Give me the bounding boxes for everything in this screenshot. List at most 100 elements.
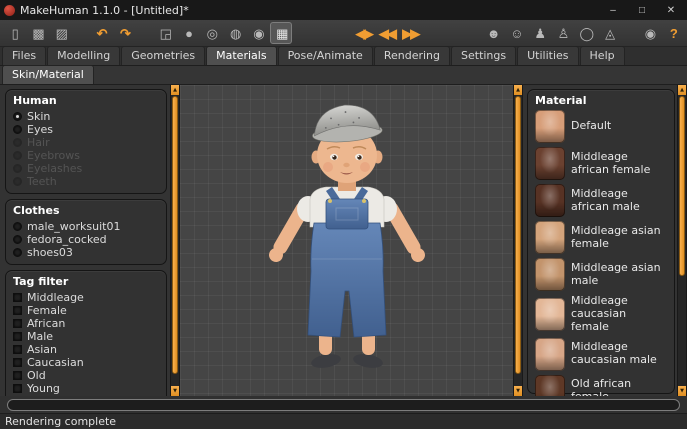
wireframe-sphere-icon[interactable]: ◎	[200, 22, 222, 44]
radio-label: Skin	[27, 110, 51, 123]
scroll-up-icon[interactable]: ▲	[171, 85, 179, 95]
grab-screen-icon[interactable]: ◲	[154, 22, 176, 44]
symmetry-right-icon[interactable]: ◀◀	[376, 22, 398, 44]
makehuman-window: MakeHuman 1.1.0 - [Untitled]* – □ ✕ ▯ ▩ …	[0, 0, 687, 429]
checkbox-female[interactable]: Female	[13, 304, 159, 317]
human-groupbox: Human Skin Eyes Hair Eyebrows Eyelashes …	[5, 89, 167, 194]
radio-fedora-cocked[interactable]: fedora_cocked	[13, 233, 159, 246]
tab-rendering[interactable]: Rendering	[373, 46, 450, 65]
material-item-middleage-african-female[interactable]: Middleage african female	[535, 147, 667, 180]
checkbox-label: Young	[27, 382, 60, 395]
viewport-3d[interactable]	[180, 85, 513, 396]
checkbox-caucasian[interactable]: Caucasian	[13, 356, 159, 369]
radio-eyes[interactable]: Eyes	[13, 123, 159, 136]
viewport-right-scrollbar[interactable]: ▲ ▼	[513, 85, 523, 396]
checkbox-icon	[13, 319, 22, 328]
tab-utilities[interactable]: Utilities	[517, 46, 579, 65]
radio-icon	[13, 248, 22, 257]
pose-view-icon[interactable]: ◬	[598, 22, 620, 44]
subdivide-sphere-icon[interactable]: ◉	[247, 22, 269, 44]
tab-pose-animate[interactable]: Pose/Animate	[277, 46, 373, 65]
orbit-view-icon[interactable]: ◯	[575, 22, 597, 44]
radio-eyebrows: Eyebrows	[13, 149, 159, 162]
material-label: Middleage african male	[571, 186, 640, 213]
scrollbar-thumb[interactable]	[172, 96, 178, 375]
tab-geometries[interactable]: Geometries	[121, 46, 206, 65]
minimize-button[interactable]: –	[601, 2, 625, 18]
radio-label: fedora_cocked	[27, 233, 107, 246]
checkbox-young[interactable]: Young	[13, 382, 159, 395]
scroll-down-icon[interactable]: ▼	[678, 386, 686, 396]
material-item-default[interactable]: Default	[535, 110, 667, 143]
smooth-sphere-icon[interactable]: ●	[177, 22, 199, 44]
tab-materials[interactable]: Materials	[206, 46, 277, 65]
radio-icon	[13, 222, 22, 231]
material-list: Default Middleage african female Middlea…	[535, 110, 667, 396]
help-icon[interactable]: ?	[662, 22, 684, 44]
scrollbar-track[interactable]	[678, 95, 686, 386]
scroll-up-icon[interactable]: ▲	[514, 85, 522, 95]
scrollbar-thumb[interactable]	[679, 96, 685, 277]
radio-label: male_worksuit01	[27, 220, 121, 233]
close-button[interactable]: ✕	[659, 2, 683, 18]
material-thumbnail	[535, 297, 565, 331]
radio-label: Teeth	[27, 175, 57, 188]
material-item-middleage-asian-female[interactable]: Middleage asian female	[535, 221, 667, 254]
tab-help[interactable]: Help	[579, 46, 625, 65]
load-icon[interactable]: ▨	[50, 22, 72, 44]
undo-icon[interactable]: ↶	[90, 22, 112, 44]
head-front-view-icon[interactable]: ☻	[481, 22, 503, 44]
radio-skin[interactable]: Skin	[13, 110, 159, 123]
radio-icon	[13, 164, 22, 173]
radio-shoes03[interactable]: shoes03	[13, 246, 159, 259]
scroll-up-icon[interactable]: ▲	[678, 85, 686, 95]
scrollbar-track[interactable]	[171, 95, 179, 386]
symmetry-both-icon[interactable]: ▶▶	[399, 22, 421, 44]
globe-grid-icon[interactable]: ◍	[224, 22, 246, 44]
material-scrollbar[interactable]: ▲ ▼	[677, 85, 687, 396]
scroll-down-icon[interactable]: ▼	[514, 386, 522, 396]
radio-teeth: Teeth	[13, 175, 159, 188]
maximize-button[interactable]: □	[630, 2, 654, 18]
checkbox-old[interactable]: Old	[13, 369, 159, 382]
tab-settings[interactable]: Settings	[451, 46, 517, 65]
material-item-middleage-caucasian-male[interactable]: Middleage caucasian male	[535, 337, 667, 371]
material-label: Middleage african female	[571, 149, 651, 176]
checkbox-label: Middleage	[27, 291, 84, 304]
eye-icon[interactable]: ◉	[638, 22, 660, 44]
left-panel: Human Skin Eyes Hair Eyebrows Eyelashes …	[0, 85, 170, 396]
symmetry-left-icon[interactable]: ◀▶	[352, 22, 374, 44]
subtab-skin-material[interactable]: Skin/Material	[2, 65, 94, 84]
statusbar: Rendering complete	[0, 413, 687, 429]
radio-male-worksuit01[interactable]: male_worksuit01	[13, 220, 159, 233]
checkbox-middleage[interactable]: Middleage	[13, 291, 159, 304]
body-side-view-icon[interactable]: ♙	[551, 22, 573, 44]
left-panel-scrollbar[interactable]: ▲ ▼	[170, 85, 180, 396]
material-item-middleage-african-male[interactable]: Middleage african male	[535, 184, 667, 217]
checkbox-african[interactable]: African	[13, 317, 159, 330]
redo-icon[interactable]: ↷	[113, 22, 135, 44]
body-front-view-icon[interactable]: ♟	[528, 22, 550, 44]
material-item-old-african-female[interactable]: Old african female	[535, 374, 667, 396]
scrollbar-thumb[interactable]	[515, 96, 521, 375]
material-item-middleage-asian-male[interactable]: Middleage asian male	[535, 258, 667, 291]
material-item-middleage-caucasian-female[interactable]: Middleage caucasian female	[535, 294, 667, 334]
tab-modelling[interactable]: Modelling	[47, 46, 121, 65]
tab-files[interactable]: Files	[2, 46, 47, 65]
material-label: Middleage asian female	[571, 223, 661, 250]
checkbox-asian[interactable]: Asian	[13, 343, 159, 356]
checkbox-label: African	[27, 317, 66, 330]
checkbox-icon	[13, 384, 22, 393]
scrollbar-track[interactable]	[514, 95, 522, 386]
grid-view-icon[interactable]: ▦	[270, 22, 293, 44]
scroll-down-icon[interactable]: ▼	[171, 386, 179, 396]
head-side-view-icon[interactable]: ☺	[505, 22, 527, 44]
status-text: Rendering complete	[5, 415, 117, 428]
clothes-groupbox: Clothes male_worksuit01 fedora_cocked sh…	[5, 199, 167, 265]
new-icon[interactable]: ▯	[3, 22, 25, 44]
material-thumbnail	[535, 337, 565, 371]
checkbox-male[interactable]: Male	[13, 330, 159, 343]
save-icon[interactable]: ▩	[26, 22, 48, 44]
sub-tabbar: Skin/Material	[0, 65, 687, 85]
main-toolbar: ▯ ▩ ▨ ↶ ↷ ◲ ● ◎ ◍ ◉ ▦ ◀▶ ◀◀ ▶▶ ☻ ☺ ♟ ♙ ◯…	[0, 20, 687, 47]
